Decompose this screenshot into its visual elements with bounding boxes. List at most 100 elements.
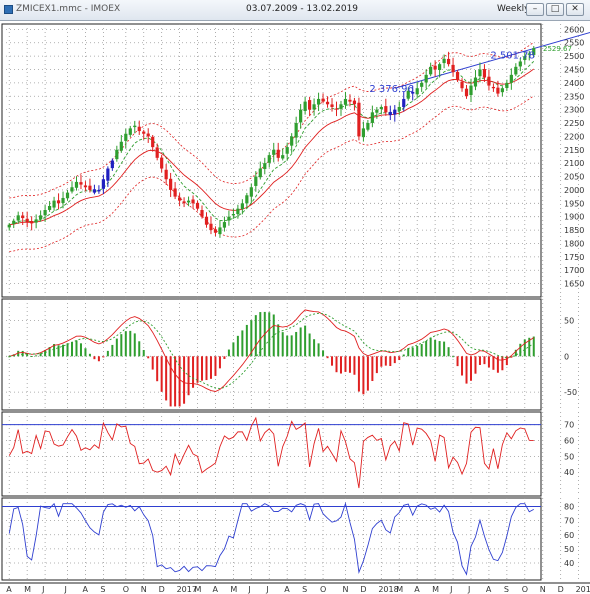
x-tick-label: S — [100, 585, 105, 594]
x-tick-label: J — [449, 585, 452, 594]
stoch-y-tick-label: 40 — [564, 559, 574, 568]
candle-body — [7, 224, 11, 228]
macd-histogram-bar — [196, 356, 199, 383]
macd-histogram-bar — [79, 343, 82, 357]
x-tick-label: M — [24, 585, 31, 594]
macd-histogram-bar — [277, 324, 280, 357]
candle-body — [339, 104, 343, 109]
red-envelope-lower-line — [9, 95, 534, 252]
candle-body — [146, 133, 150, 137]
macd-histogram-bar — [384, 356, 387, 366]
price-y-tick-label: 2450 — [564, 66, 584, 75]
macd-histogram-bar — [461, 356, 464, 376]
candle-body — [514, 66, 518, 75]
candle-body — [65, 192, 70, 199]
minimize-button[interactable]: – — [526, 3, 544, 16]
macd-histogram-bar — [429, 337, 432, 357]
rsi-y-tick-label: 40 — [564, 468, 574, 477]
macd-histogram-bar — [407, 348, 410, 357]
x-tick-label: A — [212, 585, 218, 594]
candle-body — [52, 200, 56, 208]
x-tick-label: S — [302, 585, 307, 594]
candle-body — [438, 64, 442, 70]
candle-body — [182, 201, 186, 204]
macd-histogram-bar — [21, 350, 24, 357]
candle-body — [397, 106, 401, 111]
x-tick-label: J — [247, 585, 250, 594]
macd-histogram-bar — [88, 353, 91, 357]
price-y-tick-label: 2400 — [564, 79, 584, 88]
candle-body — [446, 58, 451, 65]
candle-body — [133, 125, 137, 128]
candle-body — [25, 218, 29, 223]
candle-body — [92, 189, 97, 193]
macd-histogram-bar — [129, 330, 132, 357]
x-tick-label: O — [320, 585, 326, 594]
candle-body — [173, 188, 177, 197]
price-y-tick-label: 1900 — [564, 213, 584, 222]
rsi-y-tick-label: 70 — [564, 421, 574, 430]
macd-histogram-bar — [205, 356, 208, 381]
price-y-tick-label: 1650 — [564, 280, 584, 289]
x-tick-label: N — [540, 585, 546, 594]
candle-body — [482, 69, 487, 78]
macd-histogram-bar — [425, 340, 428, 357]
candle-body — [312, 104, 316, 110]
chart-area[interactable]: 1650 1700 1750 1800 1850 1900 1950 2000 2050 2100… — [0, 20, 590, 594]
price-y-tick-label: 2200 — [564, 132, 584, 141]
instrument-title: ZMICEX1.mmc - IMOEX — [16, 4, 121, 14]
macd-histogram-bar — [97, 356, 100, 362]
candle-body — [164, 169, 168, 180]
x-tick-label: A — [6, 585, 12, 594]
candle-body — [61, 197, 65, 203]
macd-histogram-bar — [259, 312, 262, 357]
candle-body — [487, 76, 491, 86]
macd-histogram-bar — [357, 356, 360, 392]
macd-histogram-bar — [411, 347, 414, 357]
candle-body — [334, 108, 339, 110]
macd-histogram-bar — [438, 341, 441, 357]
price-y-tick-label: 1750 — [564, 253, 584, 262]
x-tick-label: O — [123, 585, 129, 594]
macd-histogram-bar — [452, 356, 455, 358]
candle-body — [74, 181, 79, 188]
stoch-y-tick-label: 70 — [564, 517, 574, 526]
close-button[interactable]: ✕ — [566, 3, 584, 16]
green-ema-line — [9, 60, 535, 226]
macd-histogram-bar — [84, 348, 87, 357]
macd-y-tick-label: 50 — [564, 316, 574, 325]
macd-histogram-bar — [362, 356, 365, 395]
candle-body — [505, 82, 509, 88]
candle-body — [79, 182, 83, 185]
macd-histogram-bar — [474, 356, 477, 374]
macd-histogram-bar — [209, 356, 212, 379]
candle-body — [464, 88, 469, 97]
macd-histogram-bar — [151, 356, 154, 370]
macd-histogram-bar — [236, 335, 239, 357]
macd-histogram-bar — [492, 356, 495, 370]
price-y-tick-label: 2050 — [564, 173, 584, 182]
title-bar[interactable]: ZMICEX1.mmc - IMOEX 03.07.2009 - 13.02.2… — [0, 0, 590, 21]
candle-body — [442, 58, 446, 64]
macd-histogram-bar — [487, 356, 490, 368]
candle-body — [379, 106, 383, 110]
macd-histogram-bar — [308, 333, 311, 357]
macd-histogram-bar — [281, 332, 284, 357]
x-tick-label: A — [82, 585, 88, 594]
x-tick-label: S — [504, 585, 509, 594]
maximize-button[interactable]: □ — [546, 3, 564, 16]
candle-body — [240, 203, 244, 210]
candle-body — [357, 102, 361, 137]
candle-body — [169, 178, 173, 190]
candle-body — [155, 147, 159, 158]
macd-histogram-bar — [519, 343, 522, 357]
candle-body — [137, 126, 141, 132]
candle-body — [70, 187, 74, 192]
rsi-line — [8, 416, 534, 489]
macd-histogram-bar — [227, 349, 230, 357]
macd-histogram-bar — [371, 356, 374, 382]
macd-histogram-bar — [66, 343, 69, 357]
x-tick-label: A — [414, 585, 420, 594]
x-tick-label: M — [195, 585, 202, 594]
candle-body — [281, 155, 285, 159]
